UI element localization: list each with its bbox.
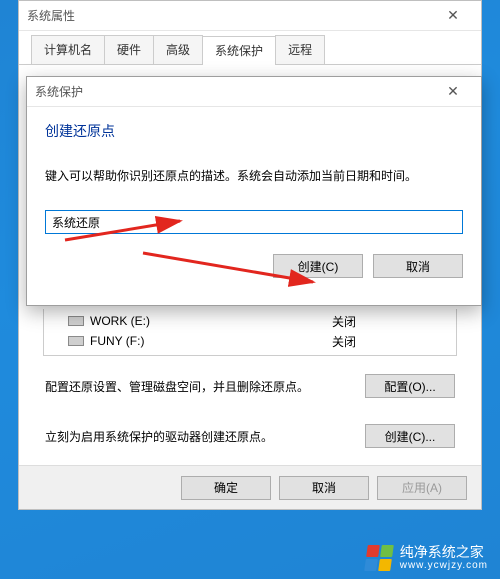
- tab-hardware[interactable]: 硬件: [104, 35, 154, 64]
- drive-icon: [68, 336, 84, 346]
- watermark-logo-icon: [364, 545, 394, 571]
- dialog-titlebar: 系统保护 ✕: [27, 77, 481, 107]
- drive-list: WORK (E:) 关闭 FUNY (F:) 关闭: [43, 309, 457, 356]
- create-button[interactable]: 创建(C)...: [365, 424, 455, 448]
- create-restore-point-dialog: 系统保护 ✕ 创建还原点 键入可以帮助你识别还原点的描述。系统会自动添加当前日期…: [26, 76, 482, 306]
- configure-text: 配置还原设置、管理磁盘空间，并且删除还原点。: [45, 378, 353, 395]
- drive-status: 关闭: [332, 333, 432, 350]
- drive-row[interactable]: FUNY (F:) 关闭: [68, 331, 432, 351]
- tab-computer-name[interactable]: 计算机名: [31, 35, 105, 64]
- dialog-cancel-button[interactable]: 取消: [373, 254, 463, 278]
- drive-icon: [68, 316, 84, 326]
- cancel-button[interactable]: 取消: [279, 476, 369, 500]
- sysprops-title: 系统属性: [27, 7, 433, 24]
- watermark-line2: www.ycwjzy.com: [400, 560, 488, 571]
- restore-point-name-input[interactable]: [45, 210, 463, 234]
- close-icon[interactable]: ✕: [433, 5, 473, 27]
- button-row: 确定 取消 应用(A): [19, 465, 481, 509]
- close-icon[interactable]: ✕: [433, 81, 473, 103]
- drive-status: 关闭: [332, 313, 432, 330]
- dialog-heading: 创建还原点: [45, 121, 463, 141]
- apply-button[interactable]: 应用(A): [377, 476, 467, 500]
- dialog-title: 系统保护: [35, 83, 433, 100]
- sysprops-titlebar: 系统属性 ✕: [19, 1, 481, 31]
- configure-button[interactable]: 配置(O)...: [365, 374, 455, 398]
- drive-name: FUNY (F:): [90, 334, 332, 348]
- drive-row[interactable]: WORK (E:) 关闭: [68, 311, 432, 331]
- dialog-create-button[interactable]: 创建(C): [273, 254, 363, 278]
- dialog-description: 键入可以帮助你识别还原点的描述。系统会自动添加当前日期和时间。: [45, 167, 463, 184]
- tab-advanced[interactable]: 高级: [153, 35, 203, 64]
- create-text: 立刻为启用系统保护的驱动器创建还原点。: [45, 428, 353, 445]
- drive-name: WORK (E:): [90, 314, 332, 328]
- ok-button[interactable]: 确定: [181, 476, 271, 500]
- watermark-line1: 纯净系统之家: [400, 545, 488, 560]
- tab-remote[interactable]: 远程: [275, 35, 325, 64]
- tab-system-protection[interactable]: 系统保护: [202, 36, 276, 65]
- watermark: 纯净系统之家 www.ycwjzy.com: [366, 545, 488, 571]
- tabs: 计算机名 硬件 高级 系统保护 远程: [19, 31, 481, 65]
